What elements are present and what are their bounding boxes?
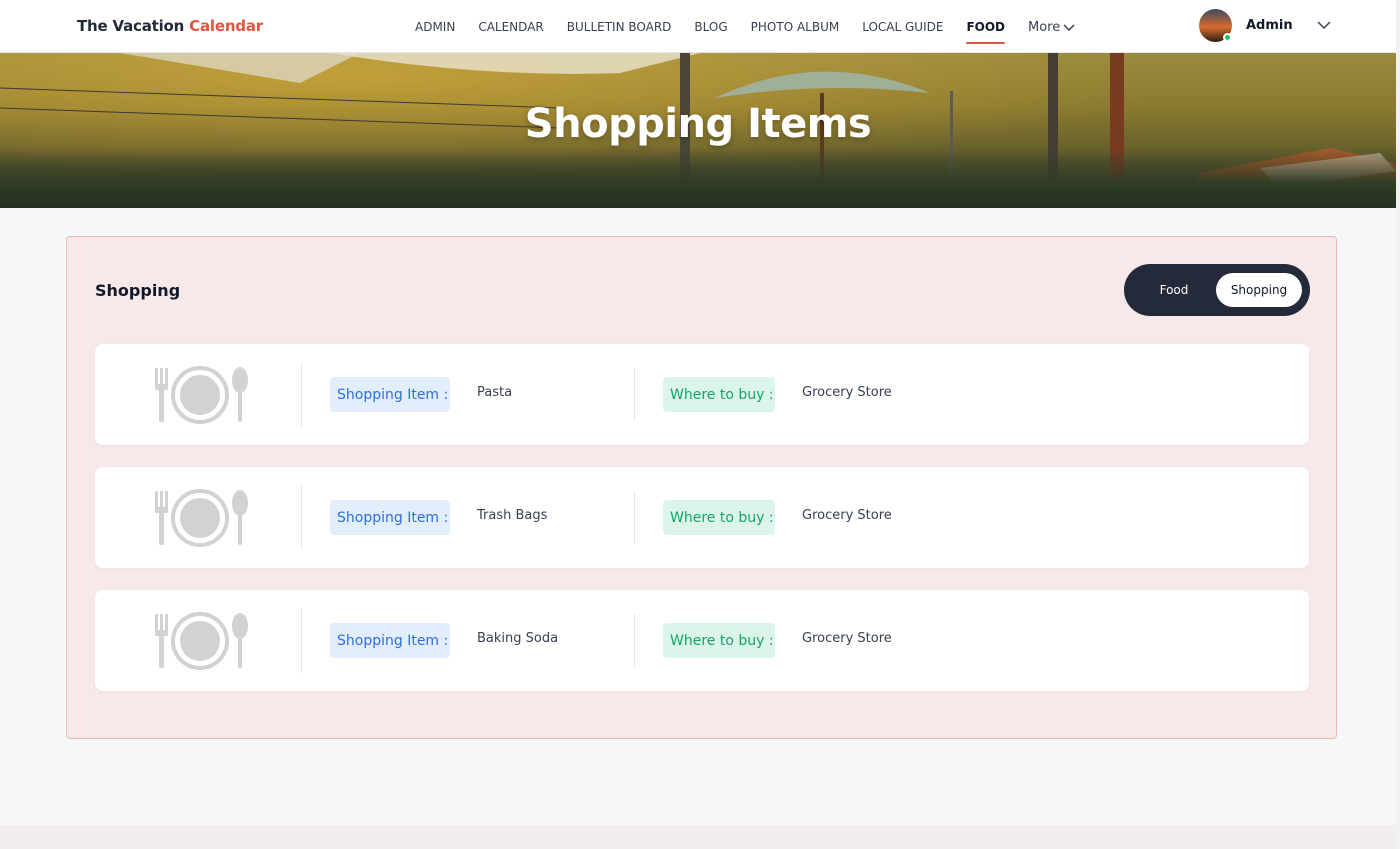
page-scrollbar[interactable] xyxy=(1396,0,1400,849)
shopping-item-card: Shopping Item : Pasta Where to buy : Gro… xyxy=(95,344,1309,445)
top-navigation-bar: The Vacation Calendar ADMIN CALENDAR BUL… xyxy=(0,0,1396,53)
plate-cutlery-icon xyxy=(153,489,249,551)
where-to-buy-label: Where to buy : xyxy=(663,377,775,412)
shopping-item-label: Shopping Item : xyxy=(330,623,450,658)
user-name: Admin xyxy=(1246,18,1293,33)
nav-item-local-guide[interactable]: LOCAL GUIDE xyxy=(862,20,943,35)
toggle-shopping-button[interactable]: Shopping xyxy=(1216,273,1302,307)
where-to-buy-value: Grocery Store xyxy=(802,508,892,523)
where-to-buy-label: Where to buy : xyxy=(663,500,775,535)
nav-item-blog[interactable]: BLOG xyxy=(694,20,727,35)
brand-logo[interactable]: The Vacation Calendar xyxy=(77,17,263,35)
plate-cutlery-icon xyxy=(153,612,249,674)
shopping-item-value: Pasta xyxy=(477,385,513,400)
nav-item-admin[interactable]: ADMIN xyxy=(415,20,455,35)
shopping-item-label: Shopping Item : xyxy=(330,377,450,412)
nav-item-photo-album[interactable]: PHOTO ALBUM xyxy=(751,20,840,35)
hero-banner: Shopping Items xyxy=(0,53,1396,208)
shopping-panel: Shopping Food Shopping Shopping Item : P… xyxy=(66,236,1337,739)
shopping-item-value: Baking Soda xyxy=(477,631,559,646)
divider xyxy=(301,362,302,427)
user-menu[interactable]: Admin xyxy=(1199,9,1331,42)
nav-item-calendar[interactable]: CALENDAR xyxy=(478,20,543,35)
avatar[interactable] xyxy=(1199,9,1232,42)
online-status-dot xyxy=(1223,33,1232,42)
divider xyxy=(301,608,302,673)
shopping-item-label: Shopping Item : xyxy=(330,500,450,535)
page-title: Shopping Items xyxy=(524,101,872,147)
food-shopping-toggle: Food Shopping xyxy=(1124,264,1310,316)
nav-item-food[interactable]: FOOD xyxy=(966,20,1005,44)
shopping-item-value: Trash Bags xyxy=(477,508,548,523)
where-to-buy-value: Grocery Store xyxy=(802,631,892,646)
brand-name-accent: Calendar xyxy=(189,17,263,35)
chevron-down-icon xyxy=(1063,23,1075,31)
shopping-item-card: Shopping Item : Baking Soda Where to buy… xyxy=(95,590,1309,691)
chevron-down-icon[interactable] xyxy=(1317,21,1331,30)
panel-title: Shopping xyxy=(95,281,181,300)
brand-name: The Vacation xyxy=(77,17,185,35)
nav-item-bulletin-board[interactable]: BULLETIN BOARD xyxy=(567,20,672,35)
shopping-item-card: Shopping Item : Trash Bags Where to buy … xyxy=(95,467,1309,568)
hero-treeline xyxy=(0,148,1396,208)
where-to-buy-label: Where to buy : xyxy=(663,623,775,658)
divider xyxy=(634,614,635,667)
divider xyxy=(634,491,635,544)
divider xyxy=(301,485,302,550)
divider xyxy=(634,368,635,421)
where-to-buy-value: Grocery Store xyxy=(802,385,892,400)
nav-more-dropdown[interactable]: More xyxy=(1028,20,1075,35)
footer xyxy=(0,825,1396,849)
main-nav: ADMIN CALENDAR BULLETIN BOARD BLOG PHOTO… xyxy=(415,20,1075,44)
plate-cutlery-icon xyxy=(153,366,249,428)
toggle-food-button[interactable]: Food xyxy=(1138,273,1210,307)
nav-more-label: More xyxy=(1028,20,1061,35)
